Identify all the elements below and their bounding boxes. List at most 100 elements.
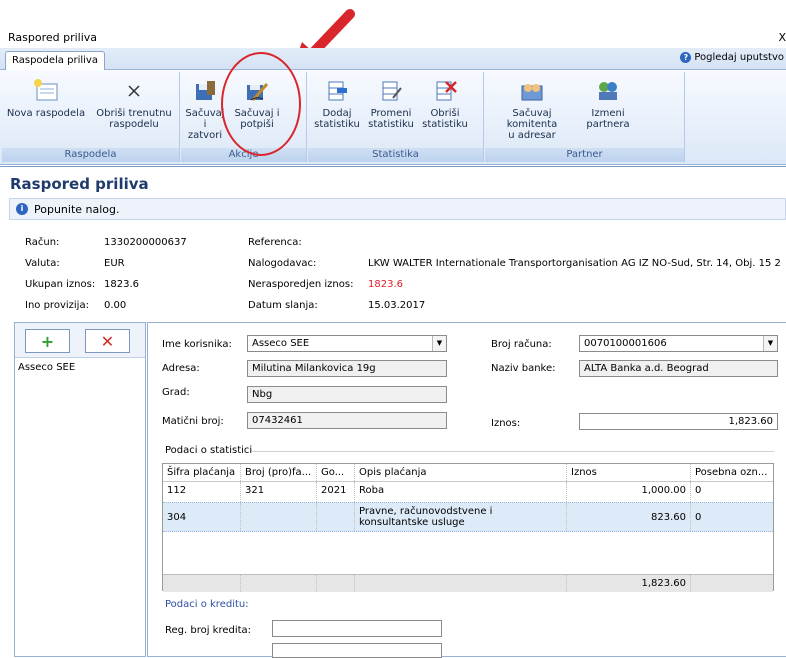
naziv-banke-label: Naziv banke:	[491, 363, 556, 374]
kom-label-2: u adresar	[508, 130, 556, 141]
plus-icon: +	[40, 331, 55, 351]
statistics-table[interactable]: Šifra plaćanja Broj (pro)fa... Go... Opi…	[162, 463, 774, 592]
ukupan-iznos-label: Ukupan iznos:	[25, 279, 96, 290]
ukupan-iznos-value: 1823.6	[104, 279, 139, 290]
ribbon-tabstrip: Raspodela priliva ? Pogledaj uputstvo	[0, 48, 786, 71]
broj-racuna-value: 0070100001606	[584, 338, 667, 349]
dodaj-label-2: statistiku	[314, 119, 360, 130]
col-header-posebna[interactable]: Posebna ozn...	[691, 464, 775, 481]
promeni-statistiku-button[interactable]: Promeni statistiku	[366, 78, 416, 130]
ime-korisnika-label: Ime korisnika:	[162, 339, 232, 350]
iznos-label: Iznos:	[491, 418, 521, 429]
cell-posebna: 0	[695, 485, 702, 496]
broj-racuna-select[interactable]: 0070100001606 ▼	[579, 335, 778, 352]
group-label-raspodela: Raspodela	[2, 148, 179, 162]
ino-provizija-label: Ino provizija:	[25, 300, 89, 311]
iznos-field[interactable]: 1,823.60	[579, 413, 778, 430]
nova-label: Nova raspodela	[6, 108, 86, 119]
total-cell-empty	[317, 575, 355, 592]
section-divider	[252, 451, 774, 452]
dodaj-label-1: Dodaj	[322, 108, 352, 119]
maticni-broj-field[interactable]: 07432461	[247, 412, 447, 429]
grad-label: Grad:	[162, 387, 190, 398]
recipient-form-panel: Ime korisnika: Asseco SEE ▼ Adresa: Milu…	[147, 322, 786, 658]
cell-godina: 2021	[317, 482, 355, 502]
ime-korisnika-select[interactable]: Asseco SEE ▼	[247, 335, 447, 352]
adresa-label: Adresa:	[162, 363, 200, 374]
total-cell-empty	[355, 575, 567, 592]
ino-provizija-value: 0.00	[104, 300, 127, 311]
referenca-label: Referenca:	[248, 237, 302, 248]
list-toolbar: + ✕	[15, 323, 145, 358]
grad-field[interactable]: Nbg	[247, 386, 447, 403]
obrisi-label-2: raspodelu	[109, 119, 159, 130]
page-title: Raspored priliva	[10, 175, 149, 193]
adresa-field[interactable]: Milutina Milankovica 19g	[247, 360, 447, 377]
reg-broj-kredita-label: Reg. broj kredita:	[165, 625, 252, 636]
izmeni-label-2: partnera	[586, 119, 630, 130]
info-bar: i Popunite nalog.	[9, 198, 786, 220]
izmeni-partnera-button[interactable]: Izmeni partnera	[583, 78, 633, 130]
chevron-down-icon[interactable]: ▼	[763, 336, 777, 351]
recipient-list-panel: + ✕ Asseco SEE	[14, 322, 146, 657]
total-cell-empty	[163, 575, 241, 592]
nova-raspodela-button[interactable]: Nova raspodela	[6, 78, 86, 119]
remove-recipient-button[interactable]: ✕	[85, 329, 130, 353]
save-close-icon	[196, 81, 215, 100]
kredit-field-2[interactable]	[272, 643, 442, 658]
obrisi-trenutnu-button[interactable]: Obriši trenutnu raspodelu	[96, 78, 172, 130]
col-header-godina[interactable]: Go...	[317, 464, 355, 481]
delete-x-icon	[128, 85, 140, 97]
help-link[interactable]: ? Pogledaj uputstvo	[680, 52, 784, 63]
group-partner: Sačuvaj komitenta u adresar Izmeni partn…	[485, 72, 685, 162]
info-message: Popunite nalog.	[34, 202, 120, 216]
table-row[interactable]: 304 Pravne, računovodstvene i konsultant…	[163, 502, 773, 532]
nerasporedjen-label: Nerasporedjen iznos:	[248, 279, 354, 290]
table-header-row: Šifra plaćanja Broj (pro)fa... Go... Opi…	[163, 464, 773, 482]
new-document-icon	[34, 79, 58, 101]
tab-raspodela-priliva[interactable]: Raspodela priliva	[5, 51, 105, 71]
naziv-banke-field[interactable]: ALTA Banka a.d. Beograd	[579, 360, 778, 377]
cell-broj	[241, 503, 317, 531]
window-title: Raspored priliva	[8, 31, 98, 44]
sacuvaj-komitenta-button[interactable]: Sačuvaj komitenta u adresar	[489, 78, 575, 141]
obrisi-label-1: Obriši trenutnu	[96, 108, 172, 119]
maticni-broj-label: Matični broj:	[162, 416, 224, 427]
col-header-broj[interactable]: Broj (pro)fa...	[241, 464, 317, 481]
window-titlebar: Raspored priliva X	[0, 0, 786, 48]
cell-godina	[317, 503, 355, 531]
add-recipient-button[interactable]: +	[25, 329, 70, 353]
total-cell-empty	[241, 575, 317, 592]
col-header-sifra[interactable]: Šifra plaćanja	[163, 464, 241, 481]
page-header: Raspored priliva	[0, 166, 786, 196]
cell-iznos: 1,000.00	[567, 482, 691, 502]
help-label: Pogledaj uputstvo	[694, 52, 784, 63]
obrisi-stat-label-1: Obriši	[430, 108, 460, 119]
ime-korisnika-value: Asseco SEE	[252, 338, 310, 349]
promeni-label-2: statistiku	[368, 119, 414, 130]
reg-broj-kredita-field[interactable]	[272, 620, 442, 637]
contact-save-icon	[521, 84, 543, 101]
add-table-icon	[328, 81, 347, 101]
valuta-value: EUR	[104, 258, 125, 269]
list-item[interactable]: Asseco SEE	[15, 358, 145, 377]
promeni-label-1: Promeni	[370, 108, 412, 119]
broj-racuna-label: Broj računa:	[491, 339, 552, 350]
dodaj-statistiku-button[interactable]: Dodaj statistiku	[312, 78, 362, 130]
cell-opis: Roba	[355, 482, 567, 502]
chevron-down-icon[interactable]: ▼	[432, 336, 446, 351]
datum-slanja-value: 15.03.2017	[368, 300, 426, 311]
total-cell-empty	[691, 575, 775, 592]
help-icon: ?	[680, 52, 692, 63]
col-header-opis[interactable]: Opis plaćanja	[355, 464, 567, 481]
close-button[interactable]: X	[778, 31, 786, 44]
edit-table-icon	[382, 81, 402, 101]
info-icon: i	[16, 203, 28, 215]
col-header-iznos[interactable]: Iznos	[567, 464, 691, 481]
table-row[interactable]: 112 321 2021 Roba 1,000.00 0	[163, 482, 773, 502]
group-label-statistika: Statistika	[308, 148, 483, 162]
group-raspodela: Nova raspodela Obriši trenutnu raspodelu…	[2, 72, 180, 162]
cell-sifra: 112	[163, 482, 241, 502]
table-total-row: 1,823.60	[163, 574, 773, 592]
obrisi-statistiku-button[interactable]: Obriši statistiku	[420, 78, 470, 130]
